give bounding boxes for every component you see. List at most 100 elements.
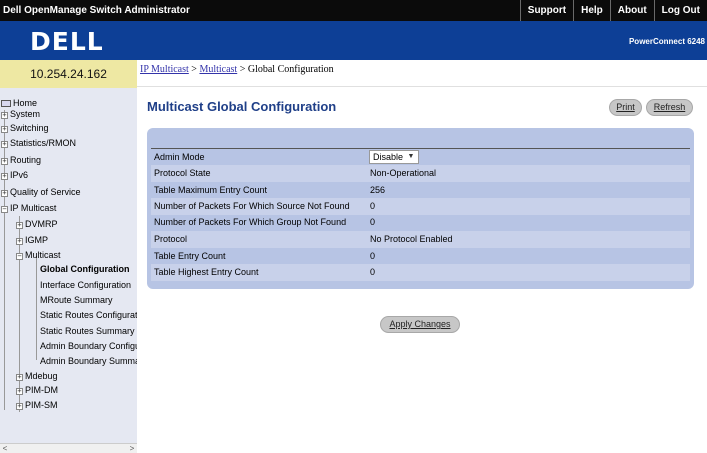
- top-links: Support Help About Log Out: [519, 0, 707, 21]
- config-row: Protocol State Non-Operational: [151, 165, 690, 182]
- row-label: Table Entry Count: [154, 251, 226, 261]
- sidebar-item-label: Home: [13, 98, 38, 108]
- sidebar-item-global-configuration[interactable]: Global Configuration: [40, 264, 130, 274]
- collapse-icon[interactable]: −: [1, 206, 8, 213]
- expand-icon[interactable]: +: [16, 238, 23, 245]
- expand-icon[interactable]: +: [16, 374, 23, 381]
- config-row: Protocol No Protocol Enabled: [151, 231, 690, 248]
- row-label: Protocol: [154, 234, 188, 244]
- sidebar-item-admin-boundary-configuration[interactable]: Admin Boundary Configuration: [40, 341, 137, 351]
- breadcrumb-multicast[interactable]: Multicast: [199, 64, 237, 75]
- scroll-right-icon[interactable]: >: [127, 444, 137, 453]
- sidebar-item-label: Statistics/RMON: [10, 138, 77, 148]
- row-label: Protocol State: [154, 168, 211, 178]
- sidebar-item-routing[interactable]: + Routing: [1, 155, 41, 165]
- sidebar: Home + System + Switching + Statistics/RMON…: [0, 88, 137, 453]
- collapse-icon[interactable]: −: [16, 253, 23, 260]
- sidebar-item-label: PIM-SM: [25, 400, 58, 410]
- row-value: 256: [370, 185, 386, 195]
- breadcrumb-current: Global Configuration: [247, 64, 334, 75]
- sidebar-item-label: Multicast: [25, 250, 61, 260]
- row-value: No Protocol Enabled: [370, 234, 453, 244]
- apply-changes-button[interactable]: Apply Changes: [380, 316, 460, 333]
- help-link[interactable]: Help: [573, 0, 610, 21]
- admin-mode-label: Admin Mode: [154, 152, 205, 162]
- config-row: Number of Packets For Which Group Not Fo…: [151, 214, 690, 231]
- sidebar-item-label: PIM-DM: [25, 385, 58, 395]
- sidebar-item-dvmrp[interactable]: + DVMRP: [16, 219, 58, 229]
- sidebar-item-ipv6[interactable]: + IPv6: [1, 170, 28, 180]
- print-button[interactable]: Print: [609, 99, 642, 116]
- breadcrumb: IP Multicast > Multicast > Global Config…: [140, 64, 334, 75]
- support-link[interactable]: Support: [519, 0, 573, 21]
- sidebar-item-label: Quality of Service: [10, 187, 81, 197]
- sidebar-item-system[interactable]: + System: [1, 109, 40, 119]
- row-value: 0: [370, 201, 376, 211]
- refresh-button[interactable]: Refresh: [646, 99, 693, 116]
- sidebar-item-pim-sm[interactable]: + PIM-SM: [16, 400, 58, 410]
- expand-icon[interactable]: +: [16, 388, 23, 395]
- sidebar-item-static-routes-summary[interactable]: Static Routes Summary: [40, 326, 135, 336]
- expand-icon[interactable]: +: [16, 222, 23, 229]
- config-row: Table Highest Entry Count 0: [151, 264, 690, 281]
- sidebar-item-static-routes-configuration[interactable]: Static Routes Configuration: [40, 310, 137, 320]
- row-label: Table Maximum Entry Count: [154, 185, 268, 195]
- sidebar-item-label: DVMRP: [25, 219, 58, 229]
- expand-icon[interactable]: +: [1, 126, 8, 133]
- config-row: Table Entry Count 0: [151, 248, 690, 265]
- sidebar-item-label: System: [10, 109, 41, 119]
- expand-icon[interactable]: +: [16, 403, 23, 410]
- sidebar-item-label: IP Multicast: [10, 203, 57, 213]
- sidebar-item-home[interactable]: Home: [1, 98, 37, 108]
- sidebar-item-mroute-summary[interactable]: MRoute Summary: [40, 295, 113, 305]
- sidebar-item-switching[interactable]: + Switching: [1, 123, 49, 133]
- sidebar-item-label: IPv6: [10, 170, 29, 180]
- sidebar-item-label: Switching: [10, 123, 49, 133]
- dell-logo: DELL: [30, 27, 104, 56]
- page-title: Multicast Global Configuration: [147, 99, 337, 114]
- sidebar-item-igmp[interactable]: + IGMP: [16, 235, 48, 245]
- admin-mode-select[interactable]: Disable ▼: [369, 150, 419, 164]
- row-label: Number of Packets For Which Source Not F…: [154, 201, 350, 211]
- row-value: 0: [370, 217, 376, 227]
- banner: DELL PowerConnect 6248: [0, 21, 707, 60]
- admin-mode-value: Disable: [373, 152, 404, 162]
- expand-icon[interactable]: +: [1, 173, 8, 180]
- config-row-admin-mode: Admin Mode Disable ▼: [151, 149, 690, 166]
- sidebar-item-label: Mdebug: [25, 371, 58, 381]
- sidebar-item-statistics[interactable]: + Statistics/RMON: [1, 138, 76, 148]
- row-label: Table Highest Entry Count: [154, 267, 259, 277]
- row-value: Non-Operational: [370, 168, 437, 178]
- sidebar-item-mdebug[interactable]: + Mdebug: [16, 371, 58, 381]
- row-value: 0: [370, 251, 376, 261]
- about-link[interactable]: About: [609, 0, 654, 21]
- breadcrumb-ip-multicast[interactable]: IP Multicast: [140, 64, 189, 75]
- header-divider: [137, 86, 707, 87]
- sidebar-item-multicast[interactable]: − Multicast: [16, 250, 61, 260]
- logout-link[interactable]: Log Out: [653, 0, 707, 21]
- sidebar-item-label: Routing: [10, 155, 42, 165]
- breadcrumb-separator: >: [237, 64, 248, 75]
- sidebar-item-admin-boundary-summary[interactable]: Admin Boundary Summary: [40, 356, 137, 366]
- ip-address: 10.254.24.162: [0, 60, 137, 88]
- expand-icon[interactable]: +: [1, 112, 8, 119]
- breadcrumb-separator: >: [188, 64, 200, 75]
- config-row: Table Maximum Entry Count 256: [151, 182, 690, 199]
- expand-icon[interactable]: +: [1, 141, 8, 148]
- sidebar-item-pim-dm[interactable]: + PIM-DM: [16, 385, 58, 395]
- sidebar-item-qos[interactable]: + Quality of Service: [1, 187, 81, 197]
- sidebar-horizontal-scrollbar[interactable]: < >: [0, 443, 137, 453]
- row-label: Number of Packets For Which Group Not Fo…: [154, 217, 347, 227]
- sidebar-item-interface-configuration[interactable]: Interface Configuration: [40, 280, 131, 290]
- home-icon: [1, 100, 11, 107]
- config-row: Number of Packets For Which Source Not F…: [151, 198, 690, 215]
- tree-line: [19, 216, 20, 412]
- expand-icon[interactable]: +: [1, 158, 8, 165]
- expand-icon[interactable]: +: [1, 190, 8, 197]
- product-name: PowerConnect 6248: [628, 37, 705, 46]
- sidebar-item-ip-multicast[interactable]: − IP Multicast: [1, 203, 56, 213]
- sidebar-item-label: IGMP: [25, 235, 49, 245]
- top-bar: Dell OpenManage Switch Administrator Sup…: [0, 0, 707, 21]
- scroll-left-icon[interactable]: <: [0, 444, 10, 453]
- config-panel: Admin Mode Disable ▼ Protocol State Non-…: [147, 128, 694, 289]
